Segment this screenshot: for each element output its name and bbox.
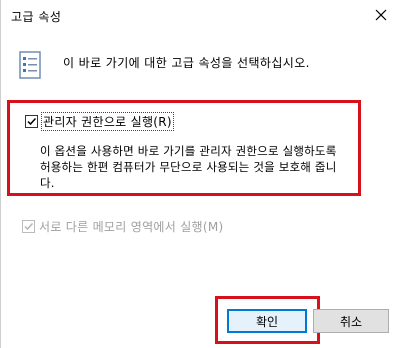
- advanced-properties-dialog: 고급 속성 이 바로 가기에 대한 고급 속성을 선택하십시오. 관리자 권한으…: [0, 0, 400, 348]
- description-line: 이 옵션을 사용하면 바로 가기를 관리자 권한으로 실행하도록: [40, 144, 337, 158]
- window-title: 고급 속성: [11, 10, 62, 24]
- run-as-admin-label[interactable]: 관리자 권한으로 실행(R): [41, 112, 174, 131]
- properties-list-icon: [19, 51, 41, 79]
- checkmark-icon: [27, 117, 37, 126]
- title-bar: 고급 속성: [1, 0, 400, 32]
- separate-memory-checkbox: [22, 220, 35, 233]
- close-icon: [375, 9, 387, 21]
- run-as-admin-description: 이 옵션을 사용하면 바로 가기를 관리자 권한으로 실행하도록 허용하는 한편…: [40, 143, 358, 191]
- checkmark-icon: [24, 222, 34, 231]
- separate-memory-option: 서로 다른 메모리 영역에서 실행(M): [22, 218, 224, 235]
- run-as-admin-checkbox[interactable]: [25, 115, 38, 128]
- run-as-admin-option[interactable]: 관리자 권한으로 실행(R): [25, 112, 174, 131]
- ok-button[interactable]: 확인: [227, 309, 307, 333]
- description-line: 허용하는 한편 컴퓨터가 무단으로 사용되는 것을 보호해 줍니: [40, 160, 337, 174]
- run-as-admin-highlight: 관리자 권한으로 실행(R) 이 옵션을 사용하면 바로 가기를 관리자 권한으…: [7, 100, 361, 196]
- close-button[interactable]: [361, 0, 400, 30]
- separate-memory-label: 서로 다른 메모리 영역에서 실행(M): [39, 220, 224, 234]
- cancel-button[interactable]: 취소: [313, 309, 389, 333]
- description-line: 다.: [40, 176, 55, 190]
- header-instruction: 이 바로 가기에 대한 고급 속성을 선택하십시오.: [63, 56, 310, 70]
